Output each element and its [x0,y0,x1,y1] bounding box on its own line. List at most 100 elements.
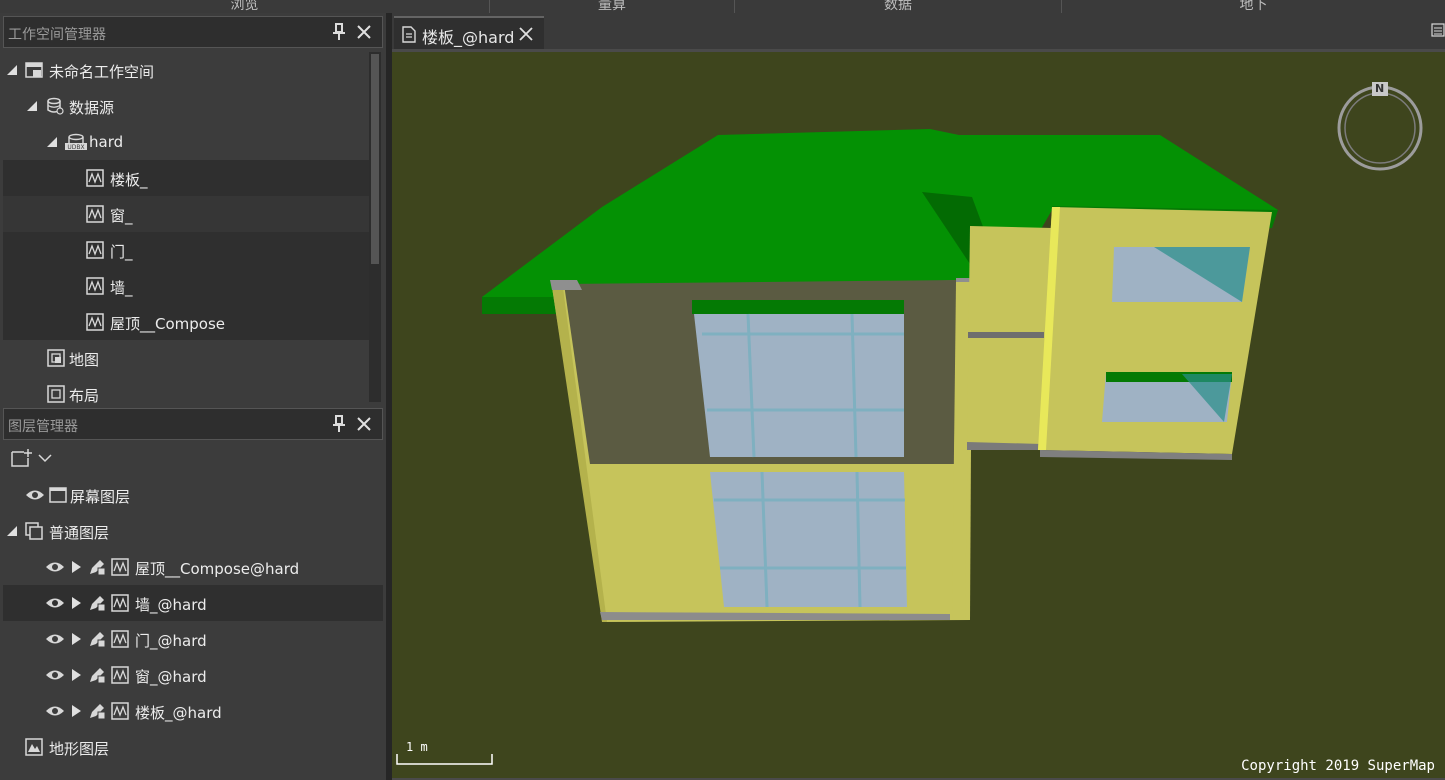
eye-icon[interactable] [45,630,65,648]
expand-arrow-icon[interactable] [72,705,81,717]
eye-icon[interactable] [45,702,65,720]
layer-item-roof[interactable]: 屋顶__Compose@hard [3,549,383,585]
expand-arrow-icon[interactable] [72,597,81,609]
layer-group-normal[interactable]: 普通图层 [3,513,383,549]
add-layer-dropdown[interactable] [10,448,56,470]
layer-item-wall[interactable]: 墙_@hard [3,585,383,621]
edit-icon[interactable] [88,594,106,612]
tree-item-label: 门_ [110,243,133,261]
tree-item-dataset-wall[interactable]: 墙_ [3,268,369,304]
compass-icon [1337,82,1423,171]
compass-label: N [1375,82,1385,95]
workspace-icon [25,62,43,78]
svg-text:UDBX: UDBX [67,144,84,151]
tree-item-dataset-floor[interactable]: 楼板_ [3,160,369,196]
close-icon[interactable] [354,414,374,434]
tree-item-label: hard [89,133,124,151]
expand-arrow-icon[interactable] [47,137,57,147]
building-model[interactable] [392,52,1445,780]
document-icon [402,26,416,43]
tree-item-label: 未命名工作空间 [49,63,155,81]
tree-item-layouts[interactable]: 布局 [3,376,369,406]
chevron-down-icon [38,454,52,463]
menu-tab-measure[interactable]: 量算 [490,0,735,13]
layer-item-label: 窗_@hard [135,668,207,686]
document-tab-bar: 楼板_@hard [392,13,1445,52]
dataset-icon [111,594,129,612]
datasource-icon [47,97,64,115]
layer-item-label: 楼板_@hard [135,704,222,722]
layer-item-label: 屏幕图层 [70,488,131,506]
layer-item-window[interactable]: 窗_@hard [3,657,383,693]
expand-arrow-icon[interactable] [72,633,81,645]
dataset-icon [86,241,104,259]
tree-item-datasources[interactable]: 数据源 [3,88,369,124]
tree-item-label: 地图 [69,351,100,369]
close-icon[interactable] [354,22,374,42]
terrain-layer-icon [25,738,43,756]
eye-icon[interactable] [25,486,45,504]
expand-arrow-icon[interactable] [72,669,81,681]
layer-item-door[interactable]: 门_@hard [3,621,383,657]
tree-item-datasource-hard[interactable]: UDBX hard [3,124,369,160]
menu-tab-browse[interactable]: 浏览 [0,0,490,13]
expand-arrow-icon[interactable] [7,526,17,536]
dataset-icon [111,558,129,576]
pin-icon[interactable] [332,23,346,41]
dataset-icon [111,630,129,648]
scene-view[interactable]: N 1 m Copyright 2019 SuperMap [392,52,1445,780]
tree-item-label: 布局 [69,387,100,405]
expand-arrow-icon[interactable] [27,101,37,111]
copyright-text: Copyright 2019 SuperMap [1241,758,1435,774]
workspace-panel-header: 工作空间管理器 [3,16,383,48]
menu-icon[interactable] [1431,23,1445,37]
tree-item-label: 窗_ [110,207,133,225]
expand-arrow-icon[interactable] [7,65,17,75]
dataset-icon [86,205,104,223]
scrollbar-thumb[interactable] [371,54,379,264]
layer-item-label: 门_@hard [135,632,207,650]
tree-item-label: 墙_ [110,279,133,297]
tree-item-dataset-door[interactable]: 门_ [3,232,369,268]
pin-icon[interactable] [332,415,346,433]
close-icon[interactable] [518,26,534,42]
layer-panel-header: 图层管理器 [3,408,383,440]
dataset-icon [86,313,104,331]
edit-icon[interactable] [88,558,106,576]
layer-item-terrain[interactable]: 地形图层 [3,729,383,765]
tree-item-dataset-roof[interactable]: 屋顶__Compose [3,304,369,340]
eye-icon[interactable] [45,558,65,576]
layer-item-floor[interactable]: 楼板_@hard [3,693,383,729]
eye-icon[interactable] [45,594,65,612]
workspace-manager-panel: 工作空间管理器 未命名工作空间 数据源 UDBX hard 楼板_ 窗_ 门_ … [0,13,386,406]
tree-item-workspace[interactable]: 未命名工作空间 [3,52,369,88]
tree-item-label: 屋顶__Compose [110,315,226,333]
workspace-scrollbar[interactable] [369,52,381,402]
edit-icon[interactable] [88,630,106,648]
menu-tab-data[interactable]: 数据 [735,0,1062,13]
scale-bar: 1 m [396,740,494,770]
eye-icon[interactable] [45,666,65,684]
tree-item-dataset-window[interactable]: 窗_ [3,196,369,232]
layout-icon [47,385,65,403]
layer-item-screen[interactable]: 屏幕图层 [3,477,383,513]
tab-scene-floor[interactable]: 楼板_@hard [394,16,544,49]
menu-tab-underground[interactable]: 地下 [1062,0,1445,13]
add-layer-icon [11,449,32,467]
layer-item-label: 墙_@hard [135,596,207,614]
screen-layer-icon [49,487,67,503]
edit-icon[interactable] [88,702,106,720]
layer-group-icon [25,522,43,540]
workspace-panel-title: 工作空间管理器 [8,27,106,43]
edit-icon[interactable] [88,666,106,684]
scale-label: 1 m [406,740,428,754]
layer-item-label: 普通图层 [49,524,110,542]
layer-panel-title: 图层管理器 [8,419,78,435]
top-menu-bar: 浏览 量算 数据 地下 [0,0,1445,13]
dataset-icon [86,169,104,187]
dataset-icon [111,702,129,720]
expand-arrow-icon[interactable] [72,561,81,573]
scale-ruler-icon [396,754,493,765]
tree-item-maps[interactable]: 地图 [3,340,369,376]
map-icon [47,349,65,367]
